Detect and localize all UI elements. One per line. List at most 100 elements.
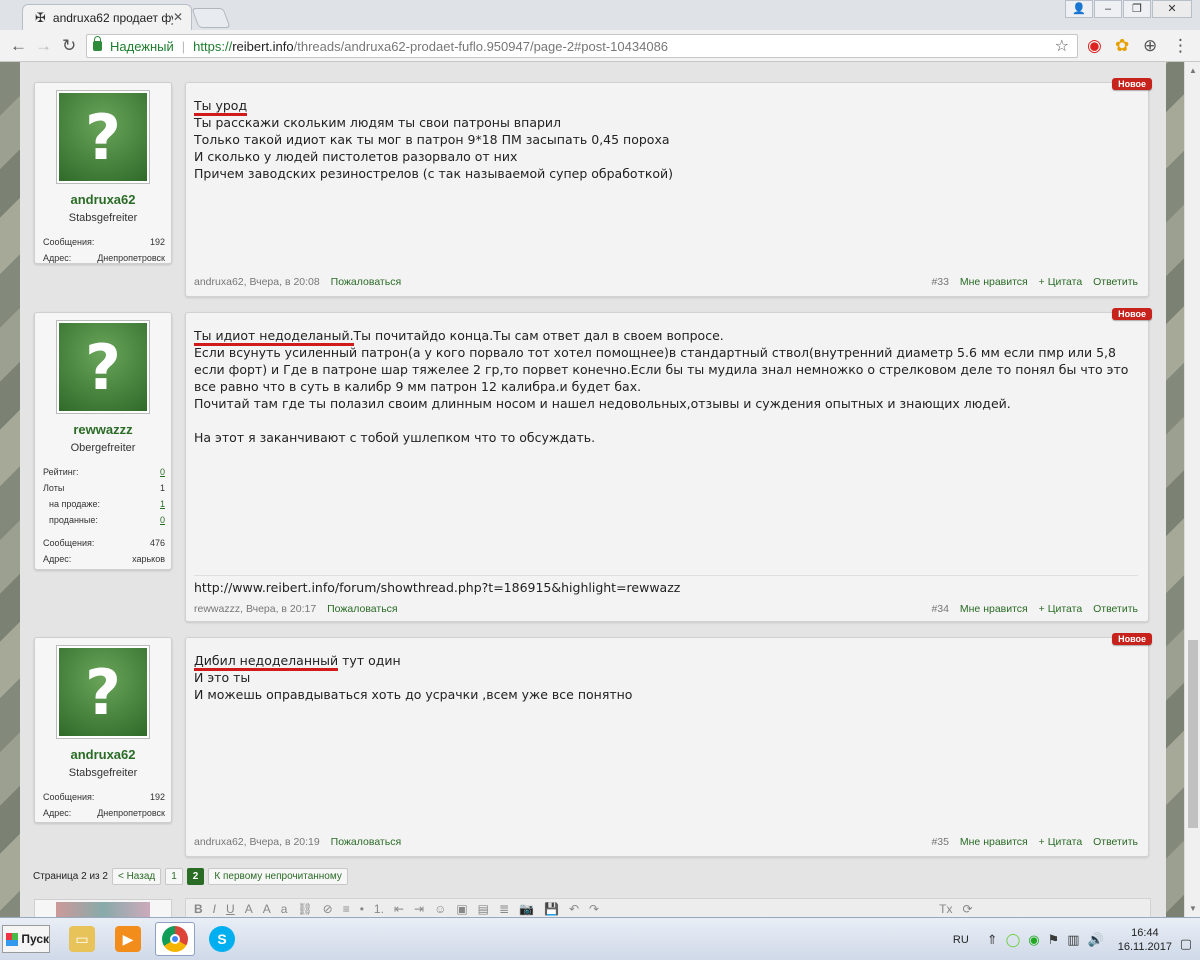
- font-size-button[interactable]: A: [263, 902, 271, 916]
- start-button[interactable]: Пуск: [2, 925, 50, 953]
- chrome-task[interactable]: [155, 922, 195, 956]
- network-icon[interactable]: ▥: [1067, 932, 1079, 948]
- post-date[interactable]: Вчера, в 20:17: [246, 603, 316, 615]
- user-stats: Сообщения: 192 Адрес: Днепропетровск: [43, 789, 165, 821]
- toggle-bbcode-icon[interactable]: ⟳: [962, 902, 972, 916]
- report-link[interactable]: Пожаловаться: [331, 276, 402, 288]
- post-date[interactable]: Вчера, в 20:08: [249, 276, 319, 288]
- user-card: ? andruxa62 Stabsgefreiter Сообщения: 192…: [34, 637, 172, 823]
- save-draft-icon[interactable]: 💾: [544, 902, 559, 916]
- extension-sync-icon[interactable]: ⊕: [1143, 36, 1157, 56]
- undo-icon[interactable]: ↶: [569, 902, 579, 916]
- back-arrow-icon[interactable]: ←: [10, 36, 27, 56]
- reply-link[interactable]: Ответить: [1093, 603, 1138, 615]
- tray-app-icon[interactable]: ◯: [1006, 932, 1021, 948]
- link-icon[interactable]: ⛓: [297, 902, 312, 916]
- like-link[interactable]: Мне нравится: [960, 603, 1028, 615]
- minimize-button[interactable]: –: [1094, 0, 1122, 18]
- font-family-button[interactable]: a: [281, 902, 288, 916]
- notification-icon[interactable]: ▢: [1180, 936, 1192, 952]
- avatar[interactable]: ?: [56, 90, 150, 184]
- username[interactable]: andruxa62: [35, 747, 171, 762]
- bullet-list-icon[interactable]: •: [360, 902, 364, 916]
- address-bar[interactable]: Надежный | https:// reibert.info /thread…: [86, 34, 1078, 58]
- image-icon[interactable]: ▣: [456, 902, 467, 916]
- menu-icon[interactable]: ⋮: [1172, 36, 1189, 56]
- align-icon[interactable]: ≡: [343, 902, 350, 916]
- user-stats: Рейтинг: 0 Лоты 1 на продаже: 1 проданные: 0…: [43, 464, 165, 567]
- post-author[interactable]: andruxa62: [194, 836, 244, 848]
- window-controls: 👤 – ❐ ✕: [1064, 0, 1192, 18]
- clock-time: 16:44: [1131, 926, 1159, 939]
- camera-icon[interactable]: 📷: [519, 902, 534, 916]
- default-avatar-question-icon: ?: [59, 93, 147, 181]
- site-favicon-icon: ✠: [35, 9, 46, 25]
- numbered-list-icon[interactable]: 1.: [374, 902, 384, 916]
- media-icon[interactable]: ▤: [478, 902, 489, 916]
- page-link-current[interactable]: 2: [186, 868, 205, 885]
- prev-page-button[interactable]: < Назад: [111, 868, 162, 885]
- scroll-down-arrow-icon[interactable]: ▼: [1189, 904, 1197, 913]
- quote-link[interactable]: + Цитата: [1039, 603, 1083, 615]
- bold-button[interactable]: B: [194, 902, 203, 916]
- volume-icon[interactable]: 🔊: [1088, 932, 1104, 948]
- quote-block-icon[interactable]: ≣: [499, 902, 509, 916]
- language-indicator[interactable]: RU: [953, 934, 969, 946]
- page-scrollbar[interactable]: ▲ ▼: [1184, 62, 1200, 917]
- tab-close-icon[interactable]: ✕: [173, 10, 183, 24]
- reload-icon[interactable]: ↻: [62, 36, 76, 56]
- outdent-icon[interactable]: ⇤: [394, 902, 404, 916]
- quote-link[interactable]: + Цитата: [1039, 836, 1083, 848]
- smiley-icon[interactable]: ☺: [434, 902, 446, 916]
- lock-icon: [93, 36, 102, 51]
- report-link[interactable]: Пожаловаться: [327, 603, 398, 615]
- browser-tab[interactable]: ✠ andruxa62 продает фуфло ✕: [22, 4, 192, 30]
- forward-arrow-icon[interactable]: →: [35, 36, 52, 56]
- extension-puzzle-icon[interactable]: ✿: [1115, 36, 1129, 56]
- first-unread-button[interactable]: К первому непрочитанному: [208, 868, 348, 885]
- skype-task[interactable]: S: [202, 922, 242, 956]
- remove-format-icon[interactable]: Tx: [939, 902, 952, 916]
- italic-button[interactable]: I: [213, 902, 216, 916]
- maximize-button[interactable]: ❐: [1123, 0, 1151, 18]
- scroll-up-arrow-icon[interactable]: ▲: [1189, 66, 1197, 75]
- username[interactable]: andruxa62: [35, 192, 171, 207]
- post-number[interactable]: #34: [931, 603, 949, 615]
- redo-icon[interactable]: ↷: [589, 902, 599, 916]
- report-link[interactable]: Пожаловаться: [331, 836, 402, 848]
- post-signature[interactable]: http://www.reibert.info/forum/showthread…: [194, 575, 1138, 595]
- like-link[interactable]: Мне нравится: [960, 276, 1028, 288]
- scrollbar-thumb[interactable]: [1188, 640, 1198, 828]
- new-badge: Новое: [1112, 78, 1152, 90]
- post-number[interactable]: #33: [931, 276, 949, 288]
- username[interactable]: rewwazzz: [35, 422, 171, 437]
- profile-icon[interactable]: 👤: [1065, 0, 1093, 18]
- quote-link[interactable]: + Цитата: [1039, 276, 1083, 288]
- post-date[interactable]: Вчера, в 20:19: [249, 836, 319, 848]
- post-author[interactable]: andruxa62: [194, 276, 244, 288]
- like-link[interactable]: Мне нравится: [960, 836, 1028, 848]
- action-center-flag-icon[interactable]: ⚑: [1048, 932, 1060, 948]
- unlink-icon[interactable]: ⊘: [323, 902, 333, 916]
- media-player-task[interactable]: ▶: [108, 922, 148, 956]
- post-number[interactable]: #35: [931, 836, 949, 848]
- indent-icon[interactable]: ⇥: [414, 902, 424, 916]
- editor-avatar: [34, 899, 172, 917]
- tray-expand-icon[interactable]: ⇑: [987, 932, 998, 948]
- new-tab-button[interactable]: [191, 8, 231, 28]
- page-link-1[interactable]: 1: [165, 868, 183, 885]
- tray-green-icon[interactable]: ◉: [1028, 932, 1039, 948]
- clock[interactable]: 16:44 16.11.2017: [1118, 926, 1172, 954]
- post-author[interactable]: rewwazzz: [194, 603, 240, 615]
- bookmark-star-icon[interactable]: ☆: [1055, 36, 1069, 56]
- reply-link[interactable]: Ответить: [1093, 276, 1138, 288]
- underline-button[interactable]: U: [226, 902, 235, 916]
- font-color-button[interactable]: A: [245, 902, 253, 916]
- avatar[interactable]: ?: [56, 320, 150, 414]
- extension-opera-icon[interactable]: ◉: [1087, 36, 1102, 56]
- avatar[interactable]: ?: [56, 645, 150, 739]
- close-window-button[interactable]: ✕: [1152, 0, 1192, 18]
- post-line: И сколько у людей пистолетов разорвало о…: [194, 149, 518, 164]
- explorer-task[interactable]: ▭: [62, 922, 102, 956]
- reply-link[interactable]: Ответить: [1093, 836, 1138, 848]
